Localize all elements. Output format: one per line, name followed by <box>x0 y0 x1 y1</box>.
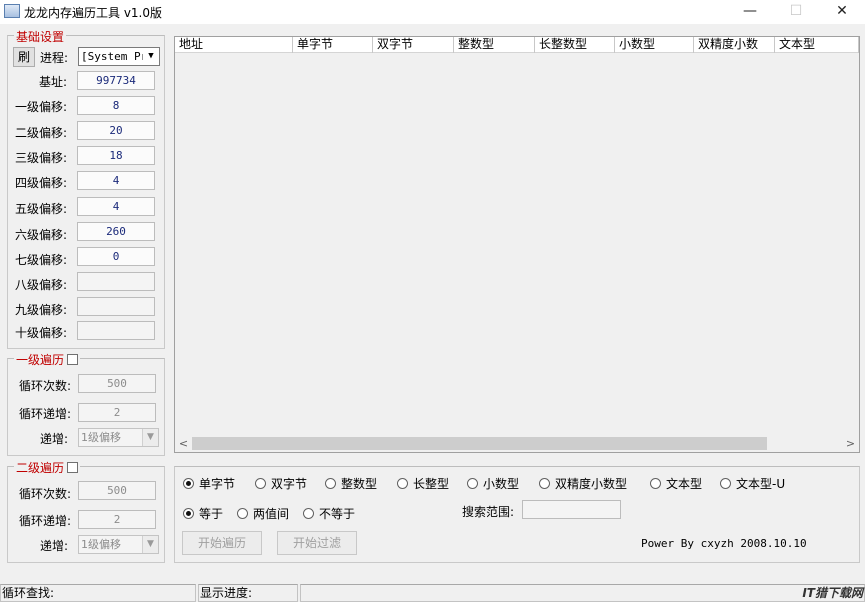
radio-icon <box>255 478 266 489</box>
search-range-label: 搜索范围: <box>462 505 515 519</box>
offset-field-10[interactable] <box>77 321 155 340</box>
loop1-legend: 一级遍历 <box>14 351 81 368</box>
column-header[interactable]: 双字节 <box>373 37 454 53</box>
type-radio-float[interactable]: 小数型 <box>467 475 519 492</box>
search-range-field[interactable] <box>522 500 621 519</box>
compare-radio-between[interactable]: 两值间 <box>237 505 289 522</box>
status-panel-empty <box>300 584 865 602</box>
loop2-step-value: 1级偏移 <box>81 538 121 551</box>
watermark: IT猎下载网 <box>802 586 863 600</box>
column-header[interactable]: 双精度小数 <box>694 37 775 53</box>
base-address-label: 基址: <box>39 75 68 89</box>
status-loop-search: 循环查找: <box>0 584 196 602</box>
column-header[interactable]: 文本型 <box>775 37 859 53</box>
status-bar: 循环查找: 显示进度: IT猎下载网 <box>0 584 865 602</box>
radio-icon <box>650 478 661 489</box>
process-label: 进程: <box>40 51 69 65</box>
loop1-step-label: 递增: <box>40 432 69 446</box>
offset-field-3[interactable]: 18 <box>77 146 155 165</box>
loop2-legend: 二级遍历 <box>14 459 81 476</box>
process-select[interactable]: [System Pr: ▼ <box>78 47 160 66</box>
loop1-checkbox[interactable] <box>67 354 79 365</box>
app-icon <box>4 4 20 18</box>
type-radio-long[interactable]: 长整型 <box>397 475 449 492</box>
loop2-step-select[interactable]: 1级偏移 ▼ <box>78 535 159 554</box>
close-button[interactable]: ✕ <box>819 0 865 24</box>
radio-icon <box>237 508 248 519</box>
offset-label-2: 二级偏移: <box>15 126 68 140</box>
loop2-checkbox[interactable] <box>67 462 79 473</box>
column-header[interactable]: 整数型 <box>454 37 535 53</box>
loop1-count-label: 循环次数: <box>19 379 72 393</box>
offset-field-9[interactable] <box>77 297 155 316</box>
start-filter-button[interactable]: 开始过滤 <box>277 531 357 555</box>
type-radio-int[interactable]: 整数型 <box>325 475 377 492</box>
refresh-button[interactable]: 刷 <box>13 47 35 67</box>
scroll-right-icon[interactable]: > <box>842 435 859 452</box>
start-scan-button[interactable]: 开始遍历 <box>182 531 262 555</box>
type-radio-text-unicode[interactable]: 文本型-U <box>720 475 785 492</box>
scroll-left-icon[interactable]: < <box>175 435 192 452</box>
type-radio-text[interactable]: 文本型 <box>650 475 702 492</box>
compare-radio-not-equal[interactable]: 不等于 <box>303 505 355 522</box>
offset-field-5[interactable]: 4 <box>77 197 155 216</box>
loop2-count-label: 循环次数: <box>19 487 72 501</box>
maximize-button: ☐ <box>789 3 803 19</box>
loop2-step-label: 递增: <box>40 539 69 553</box>
loop1-inc-field[interactable]: 2 <box>78 403 156 422</box>
offset-label-9: 九级偏移: <box>15 303 68 317</box>
base-address-field[interactable]: 997734 <box>77 71 155 90</box>
offset-field-6[interactable]: 260 <box>77 222 155 241</box>
loop1-inc-label: 循环递增: <box>19 407 72 421</box>
offset-label-8: 八级偏移: <box>15 278 68 292</box>
column-header[interactable]: 地址 <box>175 37 293 53</box>
offset-label-7: 七级偏移: <box>15 253 68 267</box>
results-table-header: 地址 单字节 双字节 整数型 长整数型 小数型 双精度小数 文本型 <box>175 37 859 53</box>
offset-field-8[interactable] <box>77 272 155 291</box>
offset-label-5: 五级偏移: <box>15 202 68 216</box>
offset-field-4[interactable]: 4 <box>77 171 155 190</box>
column-header[interactable]: 长整数型 <box>535 37 615 53</box>
column-header[interactable]: 单字节 <box>293 37 373 53</box>
horizontal-scrollbar[interactable]: < > <box>175 435 859 452</box>
offset-field-2[interactable]: 20 <box>77 121 155 140</box>
title-bar: 龙龙内存遍历工具 v1.0版 — ☐ ✕ <box>0 0 865 24</box>
credit-text: Power By cxyzh 2008.10.10 <box>641 537 807 550</box>
offset-field-7[interactable]: 0 <box>77 247 155 266</box>
radio-icon <box>720 478 731 489</box>
status-progress: 显示进度: <box>198 584 298 602</box>
type-radio-double[interactable]: 双精度小数型 <box>539 475 627 492</box>
base-settings-legend: 基础设置 <box>14 28 67 45</box>
offset-label-3: 三级偏移: <box>15 151 68 165</box>
minimize-button[interactable]: — <box>727 0 773 24</box>
radio-icon <box>303 508 314 519</box>
offset-field-1[interactable]: 8 <box>77 96 155 115</box>
window-title: 龙龙内存遍历工具 v1.0版 <box>24 6 163 20</box>
results-table[interactable]: 地址 单字节 双字节 整数型 长整数型 小数型 双精度小数 文本型 < > <box>174 36 860 453</box>
scrollbar-thumb[interactable] <box>192 437 767 450</box>
loop2-inc-label: 循环递增: <box>19 514 72 528</box>
chevron-down-icon[interactable]: ▼ <box>143 48 159 65</box>
column-header[interactable]: 小数型 <box>615 37 694 53</box>
chevron-down-icon[interactable]: ▼ <box>142 536 158 553</box>
offset-label-6: 六级偏移: <box>15 228 68 242</box>
offset-label-4: 四级偏移: <box>15 176 68 190</box>
type-radio-byte[interactable]: 单字节 <box>183 475 235 492</box>
loop2-count-field[interactable]: 500 <box>78 481 156 500</box>
radio-selected-icon <box>183 478 194 489</box>
radio-icon <box>539 478 550 489</box>
radio-selected-icon <box>183 508 194 519</box>
loop1-count-field[interactable]: 500 <box>78 374 156 393</box>
loop2-inc-field[interactable]: 2 <box>78 510 156 529</box>
radio-icon <box>397 478 408 489</box>
offset-label-10: 十级偏移: <box>15 326 68 340</box>
compare-radio-equal[interactable]: 等于 <box>183 505 223 522</box>
radio-icon <box>467 478 478 489</box>
radio-icon <box>325 478 336 489</box>
type-radio-word[interactable]: 双字节 <box>255 475 307 492</box>
offset-label-1: 一级偏移: <box>15 100 68 114</box>
chevron-down-icon[interactable]: ▼ <box>142 429 158 446</box>
loop1-step-select[interactable]: 1级偏移 ▼ <box>78 428 159 447</box>
loop1-step-value: 1级偏移 <box>81 431 121 444</box>
